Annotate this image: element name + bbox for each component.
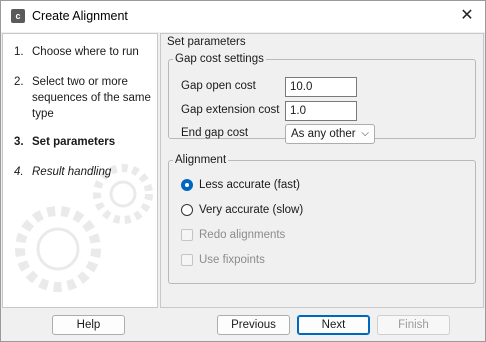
end-gap-cost-select[interactable]: As any other ⌵ xyxy=(285,124,375,144)
clc-app-icon: c xyxy=(11,9,25,23)
step-choose-where-to-run: 1. Choose where to run xyxy=(14,46,139,58)
redo-alignments-label: Redo alignments xyxy=(199,229,286,241)
step-set-parameters: 3. Set parameters xyxy=(14,136,116,148)
close-icon[interactable]: ✕ xyxy=(453,3,481,29)
less-accurate-radio[interactable] xyxy=(181,179,193,191)
chevron-down-icon: ⌵ xyxy=(361,128,369,139)
next-button[interactable]: Next xyxy=(297,315,370,335)
very-accurate-radio[interactable] xyxy=(181,204,193,216)
end-gap-cost-value: As any other xyxy=(291,128,356,140)
gap-open-label: Gap open cost xyxy=(181,80,256,92)
help-button[interactable]: Help xyxy=(52,315,125,335)
gear-watermark-icon xyxy=(15,164,153,292)
dialog-window: c Create Alignment ✕ 1. Choose where to … xyxy=(0,0,486,342)
gap-extension-cost-input[interactable]: 1.0 xyxy=(285,101,357,121)
gap-open-cost-input[interactable]: 10.0 xyxy=(285,77,357,97)
use-fixpoints-checkbox xyxy=(181,254,193,266)
redo-alignments-checkbox xyxy=(181,229,193,241)
step-select-sequences: 2. Select two or more sequences of the s… xyxy=(14,76,151,120)
gap-cost-settings-group: Gap cost settings Gap open cost 10.0 Gap… xyxy=(168,53,476,144)
wizard-steps-panel: 1. Choose where to run 2. Select two or … xyxy=(2,33,158,308)
previous-button[interactable]: Previous xyxy=(217,315,290,335)
panel-title: Set parameters xyxy=(167,36,246,48)
very-accurate-label: Very accurate (slow) xyxy=(199,204,304,216)
alignment-group: Alignment Less accurate (fast) Very accu… xyxy=(168,154,476,284)
finish-button: Finish xyxy=(377,315,450,335)
title-bar[interactable]: c Create Alignment ✕ xyxy=(1,1,485,32)
gap-extension-label: Gap extension cost xyxy=(181,104,280,116)
less-accurate-label: Less accurate (fast) xyxy=(199,179,300,191)
gap-cost-settings-legend: Gap cost settings xyxy=(175,53,264,65)
parameters-panel: Set parameters Gap cost settings Gap ope… xyxy=(160,33,484,308)
use-fixpoints-label: Use fixpoints xyxy=(199,254,265,266)
alignment-legend: Alignment xyxy=(175,154,227,166)
end-gap-label: End gap cost xyxy=(181,127,249,139)
window-title: Create Alignment xyxy=(32,9,128,23)
